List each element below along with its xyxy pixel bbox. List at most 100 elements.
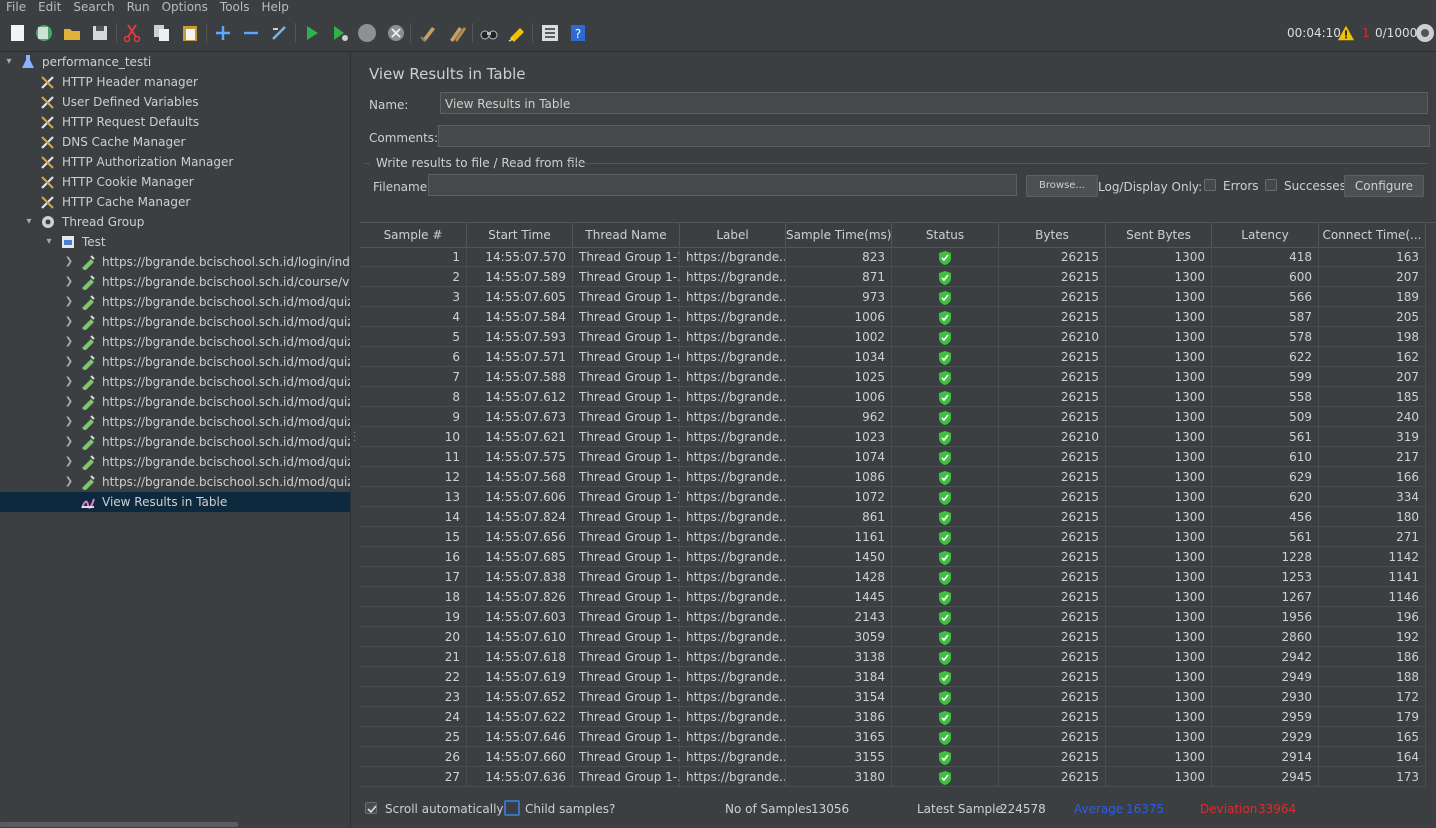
chevron-down-icon[interactable]: ▾: [44, 232, 54, 252]
table-row[interactable]: 5 14:55:07.593 Thread Group 1-... https://b…: [360, 327, 1426, 347]
paste-icon[interactable]: [180, 23, 200, 43]
table-row[interactable]: 13 14:55:07.606 Thread Group 1-7 https://bg…: [360, 487, 1426, 507]
table-row[interactable]: 23 14:55:07.652 Thread Group 1-... https://…: [360, 687, 1426, 707]
column-header[interactable]: Latency: [1212, 223, 1319, 247]
tree-horizontal-scrollbar[interactable]: [0, 822, 238, 827]
tree-item[interactable]: HTTP Authorization Manager: [0, 152, 350, 172]
child-samples-checkbox[interactable]: [504, 800, 520, 816]
tree-item[interactable]: HTTP Header manager: [0, 72, 350, 92]
chevron-right-icon[interactable]: ❯: [64, 272, 74, 292]
browse-button[interactable]: Browse...: [1026, 175, 1098, 197]
table-row[interactable]: 15 14:55:07.656 Thread Group 1-... https://…: [360, 527, 1426, 547]
chevron-right-icon[interactable]: ❯: [64, 352, 74, 372]
scroll-auto-checkbox[interactable]: [365, 802, 377, 814]
chevron-right-icon[interactable]: ❯: [64, 452, 74, 472]
start-no-pauses-icon[interactable]: [330, 23, 350, 43]
chevron-right-icon[interactable]: ❯: [64, 292, 74, 312]
save-icon[interactable]: [90, 23, 110, 43]
column-header[interactable]: Bytes: [999, 223, 1106, 247]
comments-field[interactable]: [438, 125, 1430, 147]
clear-icon[interactable]: [418, 23, 438, 43]
tree-item[interactable]: View Results in Table: [0, 492, 350, 512]
table-row[interactable]: 25 14:55:07.646 Thread Group 1-... https://…: [360, 727, 1426, 747]
chevron-right-icon[interactable]: ❯: [64, 392, 74, 412]
table-row[interactable]: 21 14:55:07.618 Thread Group 1-... https://…: [360, 647, 1426, 667]
collapse-icon[interactable]: [241, 23, 261, 43]
table-row[interactable]: 27 14:55:07.636 Thread Group 1-... https://…: [360, 767, 1426, 787]
chevron-right-icon[interactable]: ❯: [64, 432, 74, 452]
table-row[interactable]: 2 14:55:07.589 Thread Group 1-... https://b…: [360, 267, 1426, 287]
tree-item[interactable]: HTTP Request Defaults: [0, 112, 350, 132]
column-header[interactable]: Connect Time(...: [1319, 223, 1426, 247]
successes-checkbox[interactable]: [1265, 179, 1277, 191]
table-row[interactable]: 3 14:55:07.605 Thread Group 1-... https://b…: [360, 287, 1426, 307]
table-row[interactable]: 26 14:55:07.660 Thread Group 1-... https://…: [360, 747, 1426, 767]
chevron-right-icon[interactable]: ❯: [64, 372, 74, 392]
start-icon[interactable]: [302, 23, 322, 43]
open-icon[interactable]: [62, 23, 82, 43]
clear-all-icon[interactable]: [447, 23, 467, 43]
tree-item[interactable]: ❯ https://bgrande.bcischool.sch.id/course…: [0, 272, 350, 292]
shutdown-icon[interactable]: [386, 23, 406, 43]
column-header[interactable]: Sample #: [360, 223, 467, 247]
new-icon[interactable]: [8, 23, 28, 43]
tree-item[interactable]: ▾ Thread Group: [0, 212, 350, 232]
table-row[interactable]: 7 14:55:07.588 Thread Group 1-... https://b…: [360, 367, 1426, 387]
splitter[interactable]: · · ·: [350, 52, 360, 828]
column-header[interactable]: Sent Bytes: [1106, 223, 1212, 247]
search-icon[interactable]: [479, 23, 499, 43]
menu-file[interactable]: File: [6, 1, 26, 13]
chevron-right-icon[interactable]: ❯: [64, 332, 74, 352]
tree-item[interactable]: ▾ Test: [0, 232, 350, 252]
name-field[interactable]: View Results in Table: [440, 92, 1428, 114]
tree-item[interactable]: ❯ https://bgrande.bcischool.sch.id/mod/qu…: [0, 372, 350, 392]
warning-icon[interactable]: [1337, 24, 1355, 42]
column-header[interactable]: Label: [680, 223, 786, 247]
menu-help[interactable]: Help: [261, 1, 288, 13]
errors-checkbox[interactable]: [1204, 179, 1216, 191]
table-row[interactable]: 24 14:55:07.622 Thread Group 1-... https://…: [360, 707, 1426, 727]
tree-item[interactable]: ❯ https://bgrande.bcischool.sch.id/mod/qu…: [0, 432, 350, 452]
cut-icon[interactable]: [122, 23, 142, 43]
table-row[interactable]: 10 14:55:07.621 Thread Group 1-... https://…: [360, 427, 1426, 447]
chevron-right-icon[interactable]: ❯: [64, 472, 74, 492]
table-row[interactable]: 9 14:55:07.673 Thread Group 1-... https://b…: [360, 407, 1426, 427]
filename-field[interactable]: [428, 174, 1017, 196]
table-row[interactable]: 20 14:55:07.610 Thread Group 1-... https://…: [360, 627, 1426, 647]
column-header[interactable]: Thread Name: [573, 223, 680, 247]
table-row[interactable]: 8 14:55:07.612 Thread Group 1-... https://b…: [360, 387, 1426, 407]
chevron-down-icon[interactable]: ▾: [24, 212, 34, 232]
table-row[interactable]: 12 14:55:07.568 Thread Group 1-... https://…: [360, 467, 1426, 487]
column-header[interactable]: Sample Time(ms): [786, 223, 892, 247]
tree-item[interactable]: ❯ https://bgrande.bcischool.sch.id/mod/qu…: [0, 472, 350, 492]
table-row[interactable]: 6 14:55:07.571 Thread Group 1-6 https://bgr…: [360, 347, 1426, 367]
table-row[interactable]: 19 14:55:07.603 Thread Group 1-... https://…: [360, 607, 1426, 627]
tree-item[interactable]: ❯ https://bgrande.bcischool.sch.id/mod/qu…: [0, 412, 350, 432]
help-icon[interactable]: ?: [568, 23, 588, 43]
menu-options[interactable]: Options: [162, 1, 208, 13]
templates-icon[interactable]: [34, 23, 54, 43]
tree-item[interactable]: ❯ https://bgrande.bcischool.sch.id/mod/qu…: [0, 352, 350, 372]
tree-item[interactable]: ❯ https://bgrande.bcischool.sch.id/login/…: [0, 252, 350, 272]
configure-button[interactable]: Configure: [1344, 175, 1424, 197]
table-row[interactable]: 16 14:55:07.685 Thread Group 1-... https://…: [360, 547, 1426, 567]
table-row[interactable]: 4 14:55:07.584 Thread Group 1-... https://b…: [360, 307, 1426, 327]
tree-item[interactable]: DNS Cache Manager: [0, 132, 350, 152]
expand-icon[interactable]: [213, 23, 233, 43]
tree-item[interactable]: User Defined Variables: [0, 92, 350, 112]
tree-item[interactable]: HTTP Cookie Manager: [0, 172, 350, 192]
tree-item[interactable]: ❯ https://bgrande.bcischool.sch.id/mod/qu…: [0, 332, 350, 352]
menu-edit[interactable]: Edit: [38, 1, 61, 13]
menu-tools[interactable]: Tools: [220, 1, 250, 13]
table-row[interactable]: 14 14:55:07.824 Thread Group 1-... https://…: [360, 507, 1426, 527]
tree-item[interactable]: HTTP Cache Manager: [0, 192, 350, 212]
tree-item[interactable]: ❯ https://bgrande.bcischool.sch.id/mod/qu…: [0, 452, 350, 472]
menu-run[interactable]: Run: [127, 1, 150, 13]
table-row[interactable]: 22 14:55:07.619 Thread Group 1-... https://…: [360, 667, 1426, 687]
table-row[interactable]: 11 14:55:07.575 Thread Group 1-... https://…: [360, 447, 1426, 467]
column-header[interactable]: Start Time: [467, 223, 573, 247]
tree-item[interactable]: ❯ https://bgrande.bcischool.sch.id/mod/qu…: [0, 292, 350, 312]
stop-icon[interactable]: [357, 23, 377, 43]
function-helper-icon[interactable]: [540, 23, 560, 43]
toggle-icon[interactable]: [269, 23, 289, 43]
